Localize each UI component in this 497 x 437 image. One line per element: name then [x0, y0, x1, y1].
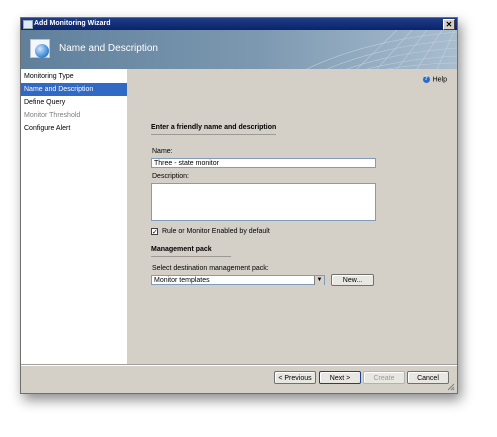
page-title: Name and Description: [59, 43, 158, 54]
wizard-content: ? Help Enter a friendly name and descript…: [127, 69, 457, 364]
help-icon: ?: [422, 76, 430, 83]
enabled-checkbox[interactable]: ✓: [151, 228, 158, 236]
management-pack-selected: Monitor templates: [154, 277, 210, 284]
title-bar[interactable]: Add Monitoring Wizard ✕: [21, 18, 457, 30]
description-label: Description:: [152, 173, 189, 180]
help-link[interactable]: ? Help: [422, 76, 447, 84]
footer-divider: [21, 364, 457, 366]
name-label: Name:: [152, 148, 173, 155]
wizard-steps-sidebar: Monitoring Type Name and Description Def…: [21, 69, 127, 364]
window-title: Add Monitoring Wizard: [34, 20, 111, 27]
previous-button[interactable]: < Previous: [274, 371, 316, 384]
management-pack-dropdown[interactable]: Monitor templates ▼: [151, 275, 325, 285]
wizard-banner: Name and Description: [21, 30, 457, 69]
help-label: Help: [432, 76, 447, 84]
sidebar-item-monitoring-type[interactable]: Monitoring Type: [21, 70, 127, 83]
sidebar-item-name-and-description[interactable]: Name and Description: [21, 83, 127, 96]
sidebar-item-monitor-threshold: Monitor Threshold: [24, 112, 81, 119]
wizard-orb-icon: [35, 44, 49, 58]
enabled-checkbox-label: Rule or Monitor Enabled by default: [162, 228, 270, 235]
name-description-heading: Enter a friendly name and description: [151, 124, 277, 131]
window-icon: [23, 20, 33, 29]
management-pack-divider: [151, 256, 231, 257]
description-textarea[interactable]: [151, 183, 376, 221]
wizard-window: Add Monitoring Wizard ✕ Name and Descrip…: [20, 17, 458, 394]
next-button[interactable]: Next >: [319, 371, 361, 384]
banner-graphic: [306, 30, 457, 69]
management-pack-heading: Management pack: [151, 246, 212, 253]
create-button: Create: [363, 371, 405, 384]
chevron-down-icon[interactable]: ▼: [314, 276, 324, 285]
resize-grip-icon[interactable]: [447, 383, 455, 391]
sidebar-item-configure-alert[interactable]: Configure Alert: [21, 122, 127, 135]
close-button[interactable]: ✕: [443, 19, 455, 30]
select-pack-label: Select destination management pack:: [152, 265, 269, 272]
sidebar-item-define-query[interactable]: Define Query: [21, 96, 127, 109]
heading-divider: [151, 134, 276, 135]
cancel-button[interactable]: Cancel: [407, 371, 449, 384]
name-input[interactable]: Three - state monitor: [151, 158, 376, 168]
new-pack-button[interactable]: New...: [331, 274, 374, 286]
